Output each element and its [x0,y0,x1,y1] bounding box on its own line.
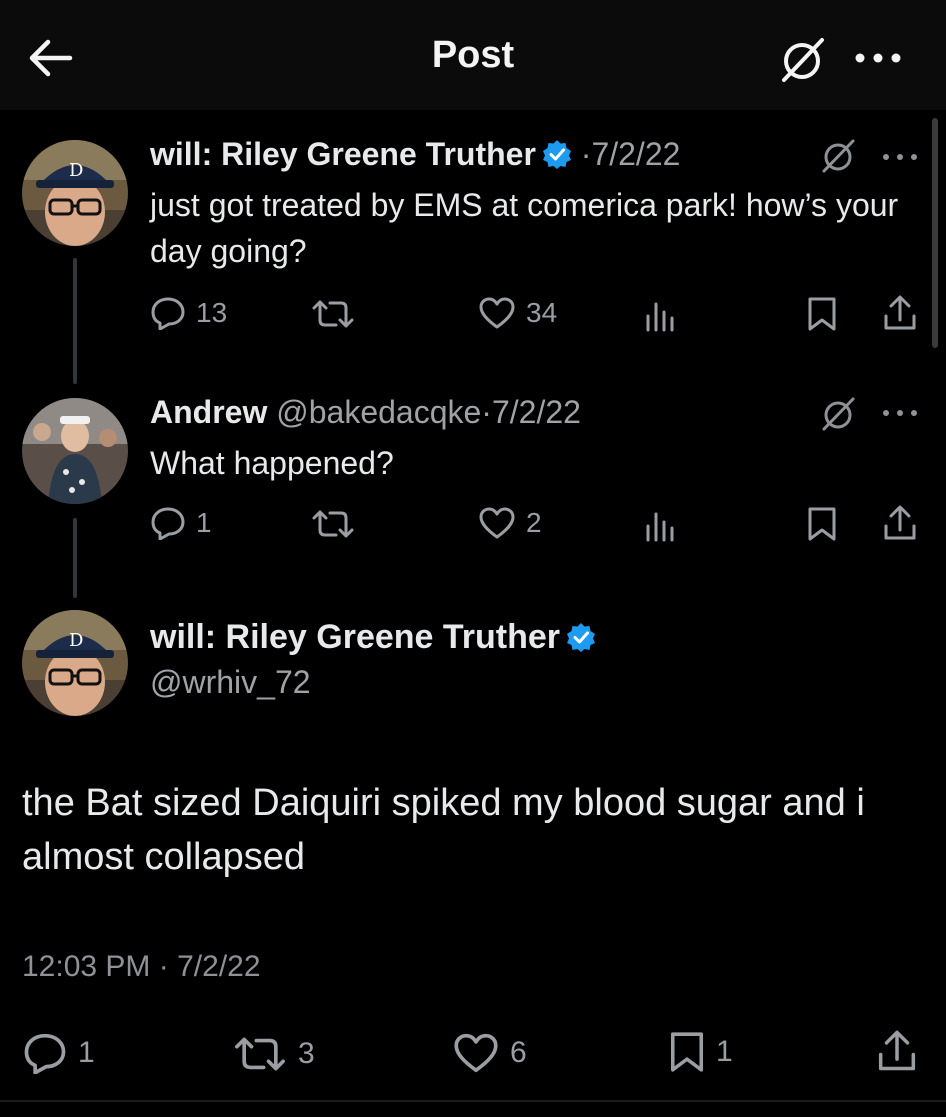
like-button[interactable]: 34 [478,296,557,330]
retweet-button[interactable] [310,298,366,330]
share-icon [878,1030,916,1071]
bookmark-count: 1 [716,1035,733,1068]
verified-badge-icon [567,623,596,652]
thread-line [73,258,77,384]
retweet-icon [235,1037,285,1071]
user-handle[interactable]: @wrhiv_72 [150,664,311,701]
bookmark-icon [670,1032,704,1072]
heart-icon [479,297,515,329]
grok-button[interactable] [818,136,858,176]
reply-count: 1 [196,507,212,538]
more-options-button[interactable] [852,46,904,70]
more-horizontal-icon [883,410,917,416]
tweet-date[interactable]: 7/2/22 [591,136,680,172]
heart-icon [479,507,515,539]
main-post-header: will: Riley Greene Truther [150,618,596,657]
retweet-button[interactable] [310,508,366,540]
like-button[interactable]: 2 [478,506,542,540]
tweet-text: just got treated by EMS at comerica park… [150,187,899,269]
reply-count: 13 [196,297,228,328]
views-button[interactable] [644,508,678,542]
grok-button[interactable] [776,34,828,86]
like-count: 2 [526,507,542,538]
avatar-andrew[interactable] [22,398,128,504]
user-handle[interactable]: @bakedacqke [276,394,481,430]
svg-text:D: D [69,630,83,651]
tweet-header: Andrew @bakedacqke·7/2/22 [150,394,581,431]
grok-icon [822,139,855,173]
user-photo-icon: D [22,610,128,716]
tweet-date[interactable]: 7/2/22 [492,394,581,430]
like-count: 6 [510,1036,527,1069]
retweet-icon [312,510,354,538]
avatar-will[interactable]: D [22,610,128,716]
views-button[interactable] [644,298,678,332]
share-icon [884,295,916,330]
reply-button[interactable]: 13 [150,296,227,330]
analytics-icon [646,302,674,332]
like-button[interactable]: 6 [452,1032,527,1074]
user-photo-icon [22,398,128,504]
top-bar: Post [0,0,946,110]
more-horizontal-icon [855,53,901,63]
share-button[interactable] [876,1028,918,1074]
analytics-icon [646,512,674,542]
main-post-text: the Bat sized Daiquiri spiked my blood s… [22,782,865,878]
retweet-button[interactable]: 3 [232,1034,315,1074]
reply-icon [151,297,185,330]
post-timestamp: 12:03 PM · 7/2/22 [22,950,261,984]
grok-button[interactable] [818,394,858,434]
reply-icon [24,1033,66,1074]
tweet-text: What happened? [150,445,394,481]
svg-text:D: D [69,160,83,181]
retweet-count: 3 [298,1037,315,1070]
user-photo-icon: D [22,140,128,246]
separator-dot: · [580,136,592,172]
reply-count: 1 [78,1036,95,1069]
heart-icon [454,1033,498,1073]
thread-line [73,518,77,598]
separator-dot: · [481,394,492,430]
scrollbar[interactable] [932,118,938,348]
share-button[interactable] [882,294,918,332]
bookmark-button[interactable] [806,296,838,332]
tweet-more-button[interactable] [880,150,920,164]
post-date: 7/2/22 [177,950,261,983]
reply-icon [151,507,185,540]
bookmark-icon [808,507,836,541]
separator-dot: · [158,950,169,983]
more-horizontal-icon [883,154,917,160]
bookmark-icon [808,297,836,331]
share-button[interactable] [882,504,918,542]
tweet-more-button[interactable] [880,406,920,420]
display-name[interactable]: will: Riley Greene Truther [150,136,536,172]
reply-button[interactable]: 1 [22,1032,95,1074]
grok-icon [782,38,824,82]
share-icon [884,505,916,540]
retweet-icon [312,300,354,328]
reply-button[interactable]: 1 [150,506,212,540]
display-name[interactable]: Andrew [150,394,267,430]
like-count: 34 [526,297,558,328]
divider [0,1100,946,1102]
post-time: 12:03 PM [22,950,151,983]
grok-icon [822,397,855,431]
tweet-header: will: Riley Greene Truther ·7/2/22 [150,136,680,173]
verified-badge-icon [542,140,571,169]
bookmark-button[interactable]: 1 [668,1030,733,1074]
bookmark-button[interactable] [806,506,838,542]
display-name[interactable]: will: Riley Greene Truther [150,618,560,656]
avatar-will[interactable]: D [22,140,128,246]
